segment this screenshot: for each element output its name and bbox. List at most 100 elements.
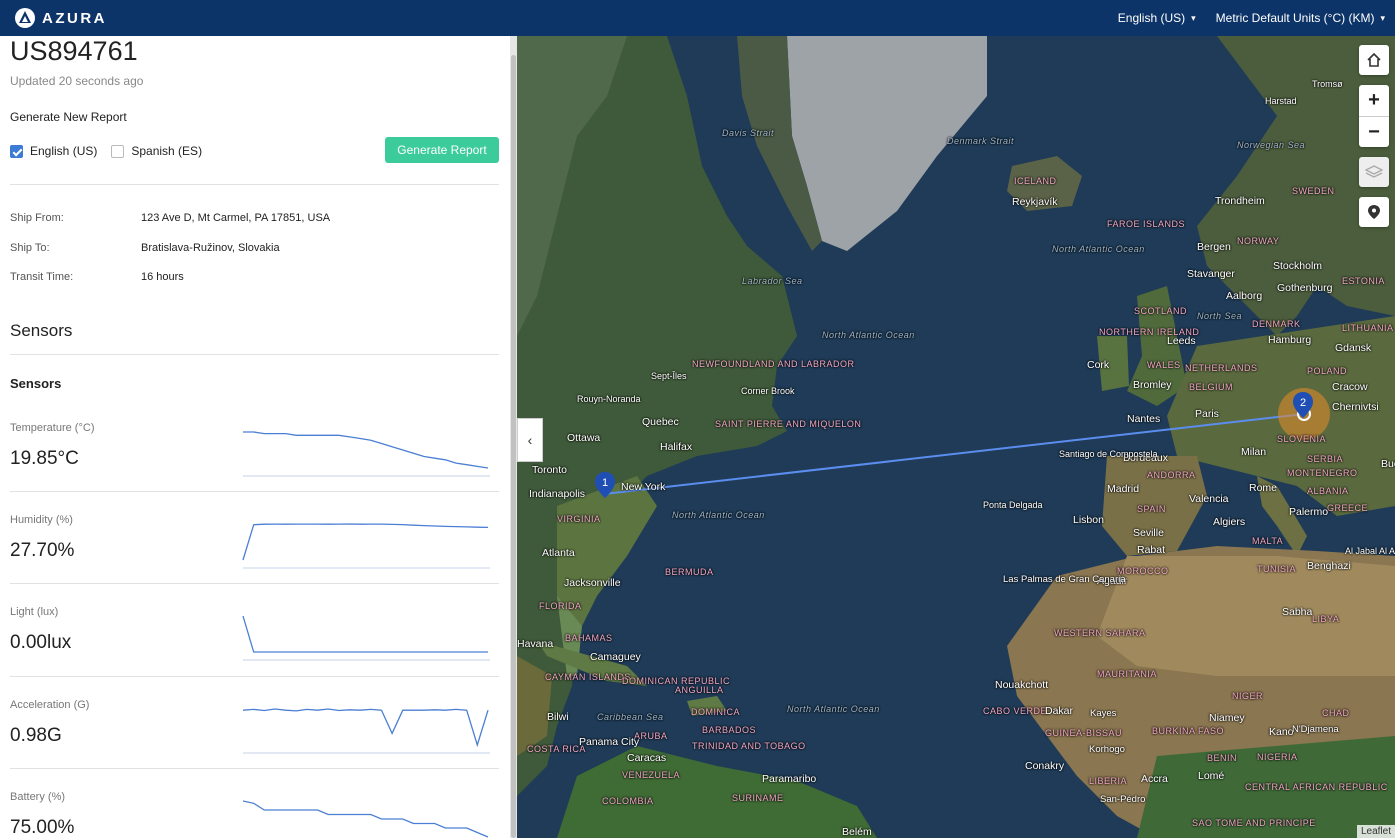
- brand[interactable]: AZURA: [14, 7, 107, 29]
- layers-button[interactable]: [1359, 157, 1389, 187]
- home-button[interactable]: [1359, 45, 1389, 75]
- ship-from-label: Ship From:: [10, 212, 64, 224]
- map-label: Nouakchott: [995, 679, 1049, 691]
- map-label: SCOTLAND: [1134, 306, 1188, 316]
- map-label: Rouyn-Noranda: [577, 394, 641, 404]
- map-label: Denmark Strait: [947, 136, 1015, 146]
- map-label: Kayes: [1090, 708, 1117, 719]
- map-label: LITHUANIA: [1342, 323, 1394, 333]
- map-label: Milan: [1241, 446, 1267, 458]
- light-label: Light (lux): [10, 606, 59, 618]
- map-label: Indianapolis: [529, 488, 586, 500]
- temperature-sparkline: [243, 431, 490, 477]
- english-checkbox[interactable]: [10, 144, 23, 158]
- location-pin-icon: [1368, 205, 1380, 219]
- chevron-down-icon: ▾: [1380, 12, 1385, 23]
- panel-scrollbar-thumb[interactable]: [511, 55, 516, 838]
- language-dropdown[interactable]: English (US) ▾: [1118, 11, 1196, 25]
- map-label: LIBYA: [1312, 614, 1340, 624]
- divider: [10, 583, 499, 584]
- map-label: Caribbean Sea: [597, 712, 664, 722]
- map-label: SLOVENIA: [1277, 434, 1327, 444]
- divider: [10, 491, 499, 492]
- map-label: Corner Brook: [741, 386, 795, 396]
- units-dropdown[interactable]: Metric Default Units (°C) (KM) ▾: [1216, 11, 1385, 25]
- map-label: CABO VERDE: [983, 706, 1048, 716]
- map-label: Seville: [1133, 527, 1164, 539]
- layers-icon: [1365, 165, 1383, 178]
- map-label: Lisbon: [1073, 514, 1104, 526]
- collapse-panel-button[interactable]: ‹: [517, 418, 543, 462]
- divider: [10, 768, 499, 769]
- map-label: Conakry: [1025, 760, 1065, 772]
- spanish-checkbox-label[interactable]: Spanish (ES): [131, 144, 202, 158]
- nav-right: English (US) ▾ Metric Default Units (°C)…: [1118, 0, 1385, 36]
- map-label: Quebec: [642, 416, 679, 428]
- map-label: Ottawa: [567, 432, 601, 444]
- map-label: Camaguey: [590, 651, 641, 663]
- units-dropdown-label: Metric Default Units (°C) (KM): [1215, 11, 1375, 25]
- shipment-map[interactable]: Davis Strait Labrador Sea Denmark Strait…: [517, 36, 1395, 838]
- map-label: Harstad: [1265, 96, 1297, 106]
- locate-button[interactable]: [1359, 197, 1389, 227]
- zoom-in-button[interactable]: +: [1359, 85, 1389, 116]
- map-label: Algiers: [1213, 516, 1246, 528]
- map-label: MAURITANIA: [1097, 669, 1157, 679]
- transit-time-value: 16 hours: [141, 271, 184, 283]
- map-label: SERBIA: [1307, 454, 1344, 464]
- map-label: Caracas: [627, 752, 667, 764]
- zoom-out-button[interactable]: −: [1359, 116, 1389, 147]
- map-label: VENEZUELA: [622, 770, 681, 780]
- map-label: Toronto: [532, 464, 568, 476]
- map-label: TRINIDAD AND TOBAGO: [692, 741, 806, 751]
- sparkline-series: [242, 800, 489, 838]
- map-label: Korhogo: [1089, 744, 1125, 755]
- map-label: Paris: [1195, 408, 1219, 420]
- map-label: WALES: [1147, 360, 1181, 370]
- map-label: DOMINICA: [691, 707, 740, 717]
- humidity-value: 27.70%: [10, 540, 75, 561]
- spanish-checkbox[interactable]: [111, 144, 125, 158]
- top-navbar: AZURA English (US) ▾ Metric Default Unit…: [0, 0, 1395, 36]
- map-label: Cork: [1087, 359, 1110, 371]
- map-label: COSTA RICA: [527, 744, 586, 754]
- map-label: North Atlantic Ocean: [1052, 244, 1145, 254]
- map-label: Leeds: [1167, 335, 1196, 347]
- map-label: COLOMBIA: [602, 796, 654, 806]
- acceleration-label: Acceleration (G): [10, 699, 90, 711]
- temperature-label: Temperature (°C): [10, 422, 95, 434]
- map-label: North Atlantic Ocean: [787, 704, 880, 714]
- map-attribution[interactable]: Leaflet: [1356, 825, 1395, 838]
- destination-marker-icon[interactable]: 2: [1293, 392, 1313, 418]
- map-label: Gothenburg: [1277, 282, 1333, 294]
- map-label: Dakar: [1045, 705, 1074, 717]
- language-dropdown-label: English (US): [1117, 11, 1186, 25]
- ship-to-label: Ship To:: [10, 242, 50, 254]
- map-label: ANGUILLA: [675, 685, 724, 695]
- map-label: Davis Strait: [722, 128, 775, 138]
- map-label: FLORIDA: [539, 601, 582, 611]
- generate-report-button[interactable]: Generate Report: [385, 137, 499, 163]
- map-label: NIGERIA: [1257, 752, 1298, 762]
- generate-report-heading: Generate New Report: [10, 110, 127, 124]
- map-label: Benghazi: [1307, 560, 1351, 572]
- map-label: San-Pédro: [1100, 794, 1146, 805]
- map-label: ICELAND: [1014, 176, 1057, 186]
- map-label: CENTRAL AFRICAN REPUBLIC: [1245, 782, 1388, 792]
- map-label: MONTENEGRO: [1287, 468, 1358, 478]
- map-label: Chernivtsi: [1332, 401, 1379, 413]
- map-label: Aalborg: [1226, 290, 1263, 302]
- map-label: Cracow: [1332, 381, 1368, 393]
- english-checkbox-label[interactable]: English (US): [30, 144, 97, 158]
- map-label: Nantes: [1127, 413, 1161, 425]
- map-label: Bromley: [1133, 379, 1172, 391]
- shipment-panel: US894761 Updated 20 seconds ago Generate…: [0, 36, 510, 838]
- map-label: New York: [621, 481, 666, 493]
- map-label: Las Palmas de Gran Canaria: [1003, 574, 1126, 585]
- map-label: SURINAME: [732, 793, 784, 803]
- map-label: Tromsø: [1312, 79, 1343, 89]
- origin-marker-icon[interactable]: 1: [595, 472, 615, 498]
- map-label: Madrid: [1107, 483, 1140, 495]
- battery-label: Battery (%): [10, 791, 66, 803]
- transit-time-label: Transit Time:: [10, 271, 74, 283]
